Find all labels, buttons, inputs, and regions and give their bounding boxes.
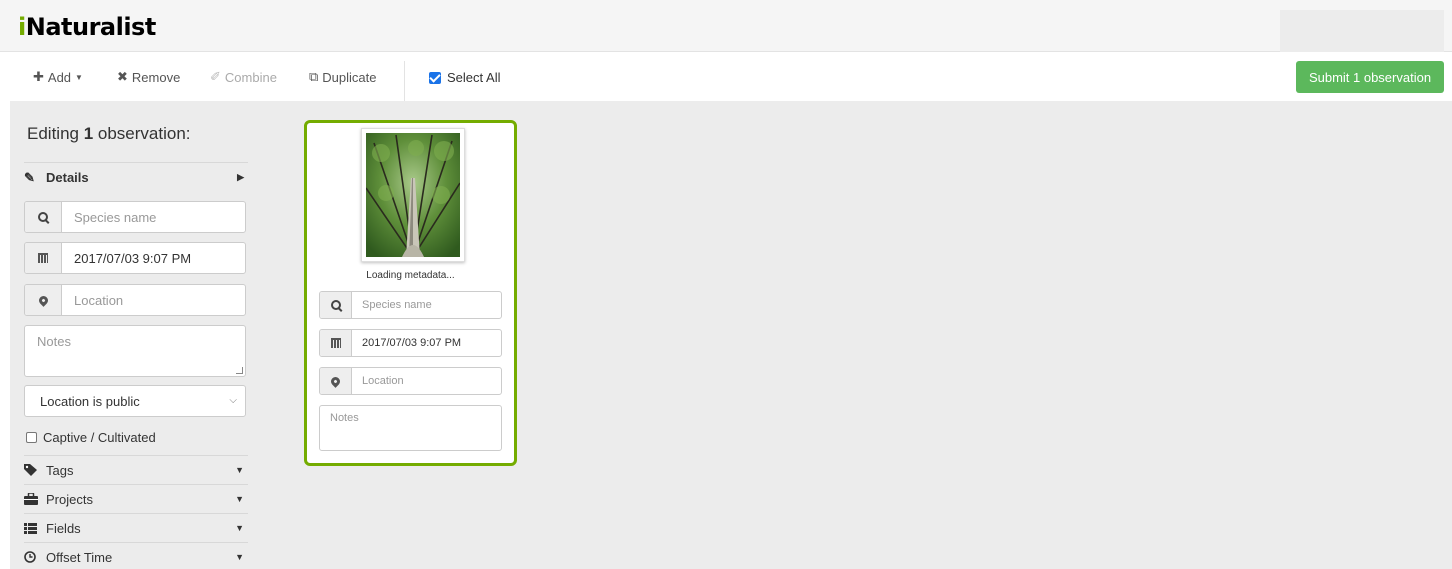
remove-button[interactable]: ✖ Remove <box>117 69 180 85</box>
projects-section-toggle[interactable]: Projects ▼ <box>24 484 248 513</box>
tags-label: Tags <box>46 462 74 478</box>
fields-label: Fields <box>46 520 81 536</box>
editing-count: 1 <box>83 124 94 143</box>
observation-card[interactable]: Loading metadata... Species name 2017/07… <box>304 120 517 466</box>
offset-time-label: Offset Time <box>46 549 113 565</box>
offset-time-section-toggle[interactable]: Offset Time ▼ <box>24 542 248 569</box>
location-placeholder: Location <box>74 292 124 308</box>
search-icon <box>38 212 48 222</box>
editing-title: Editing 1 observation: <box>27 124 191 144</box>
checkbox-checked-icon <box>429 71 441 84</box>
caret-down-icon: ▼ <box>235 465 244 475</box>
caret-down-icon: ▼ <box>235 494 244 504</box>
caret-down-icon: ▼ <box>235 523 244 533</box>
observation-photo[interactable] <box>361 128 465 262</box>
combine-button[interactable]: ✐ Combine <box>210 69 277 85</box>
select-all-label: Select All <box>447 70 501 85</box>
species-name-input[interactable]: Species name <box>24 201 246 233</box>
geoprivacy-select[interactable]: Location is public ⌵ <box>24 385 246 417</box>
caret-right-icon: ▶ <box>237 172 244 182</box>
fields-section-toggle[interactable]: Fields ▼ <box>24 513 248 542</box>
map-marker-icon <box>36 293 50 307</box>
logo-text: Naturalist <box>25 13 157 41</box>
search-icon-addon <box>320 292 352 318</box>
notes-textarea[interactable]: Notes <box>24 325 246 377</box>
combine-icon: ✐ <box>210 69 221 84</box>
tree-canopy-photo <box>366 133 460 257</box>
batch-edit-sidebar: Editing 1 observation: ✎ Details ▶ Speci… <box>24 101 248 569</box>
tag-icon <box>24 464 46 476</box>
details-label: Details <box>46 170 89 185</box>
captive-checkbox[interactable]: Captive / Cultivated <box>26 430 156 445</box>
remove-label: Remove <box>131 69 181 85</box>
duplicate-button[interactable]: ⧉ Duplicate <box>309 69 377 85</box>
geoprivacy-value: Location is public <box>40 393 140 409</box>
duplicate-label: Duplicate <box>322 69 377 85</box>
select-all-checkbox[interactable]: Select All <box>429 70 500 85</box>
submit-button[interactable]: Submit 1 observation <box>1296 61 1444 93</box>
location-input[interactable]: Location <box>24 284 246 316</box>
chevron-down-icon: ⌵ <box>229 395 237 406</box>
card-notes-placeholder: Notes <box>330 412 359 424</box>
logo-i: i <box>18 13 26 41</box>
header-user-area <box>1280 10 1444 52</box>
add-button[interactable]: ✚ Add ▼ <box>33 69 83 85</box>
search-icon-addon <box>25 202 62 232</box>
inaturalist-logo[interactable]: iNaturalist <box>18 13 156 41</box>
checkbox-unchecked-icon <box>26 432 37 443</box>
map-marker-icon <box>329 374 342 388</box>
calendar-icon <box>330 338 341 348</box>
app-header: iNaturalist <box>0 0 1452 52</box>
add-label: Add <box>47 69 72 85</box>
clock-icon <box>24 551 46 563</box>
combine-label: Combine <box>224 69 277 85</box>
resize-handle-icon[interactable] <box>236 367 243 374</box>
editing-suffix: observation: <box>93 124 191 143</box>
date-value: 2017/07/03 9:07 PM <box>74 250 192 266</box>
card-location-placeholder: Location <box>362 375 404 387</box>
map-marker-icon-addon <box>25 285 62 315</box>
times-icon: ✖ <box>117 69 128 84</box>
notes-placeholder: Notes <box>37 334 71 349</box>
calendar-icon-addon <box>25 243 62 273</box>
projects-label: Projects <box>46 491 93 507</box>
calendar-icon-addon <box>320 330 352 356</box>
search-icon <box>330 300 341 310</box>
editing-prefix: Editing <box>27 124 84 143</box>
toolbar: ✚ Add ▼ ✖ Remove ✐ Combine ⧉ Duplicate S… <box>0 53 1452 105</box>
card-date-value: 2017/07/03 9:07 PM <box>362 337 462 349</box>
briefcase-icon <box>24 493 46 505</box>
captive-label: Captive / Cultivated <box>43 430 156 445</box>
list-icon <box>24 522 46 534</box>
tags-section-toggle[interactable]: Tags ▼ <box>24 455 248 484</box>
calendar-icon <box>38 253 48 263</box>
card-date-input[interactable]: 2017/07/03 9:07 PM <box>319 329 502 357</box>
duplicate-icon: ⧉ <box>309 69 319 84</box>
toolbar-divider <box>404 61 405 105</box>
details-section-toggle[interactable]: ✎ Details ▶ <box>24 162 248 192</box>
card-notes-textarea[interactable]: Notes <box>319 405 502 451</box>
plus-icon: ✚ <box>33 69 44 84</box>
map-marker-icon-addon <box>320 368 352 394</box>
date-input[interactable]: 2017/07/03 9:07 PM <box>24 242 246 274</box>
card-location-input[interactable]: Location <box>319 367 502 395</box>
caret-down-icon: ▼ <box>235 552 244 562</box>
pencil-icon: ✎ <box>24 169 35 185</box>
card-species-placeholder: Species name <box>362 299 432 311</box>
add-caret-icon: ▼ <box>75 72 83 82</box>
loading-metadata-text: Loading metadata... <box>366 270 455 281</box>
card-species-name-input[interactable]: Species name <box>319 291 502 319</box>
species-name-placeholder: Species name <box>74 209 157 225</box>
